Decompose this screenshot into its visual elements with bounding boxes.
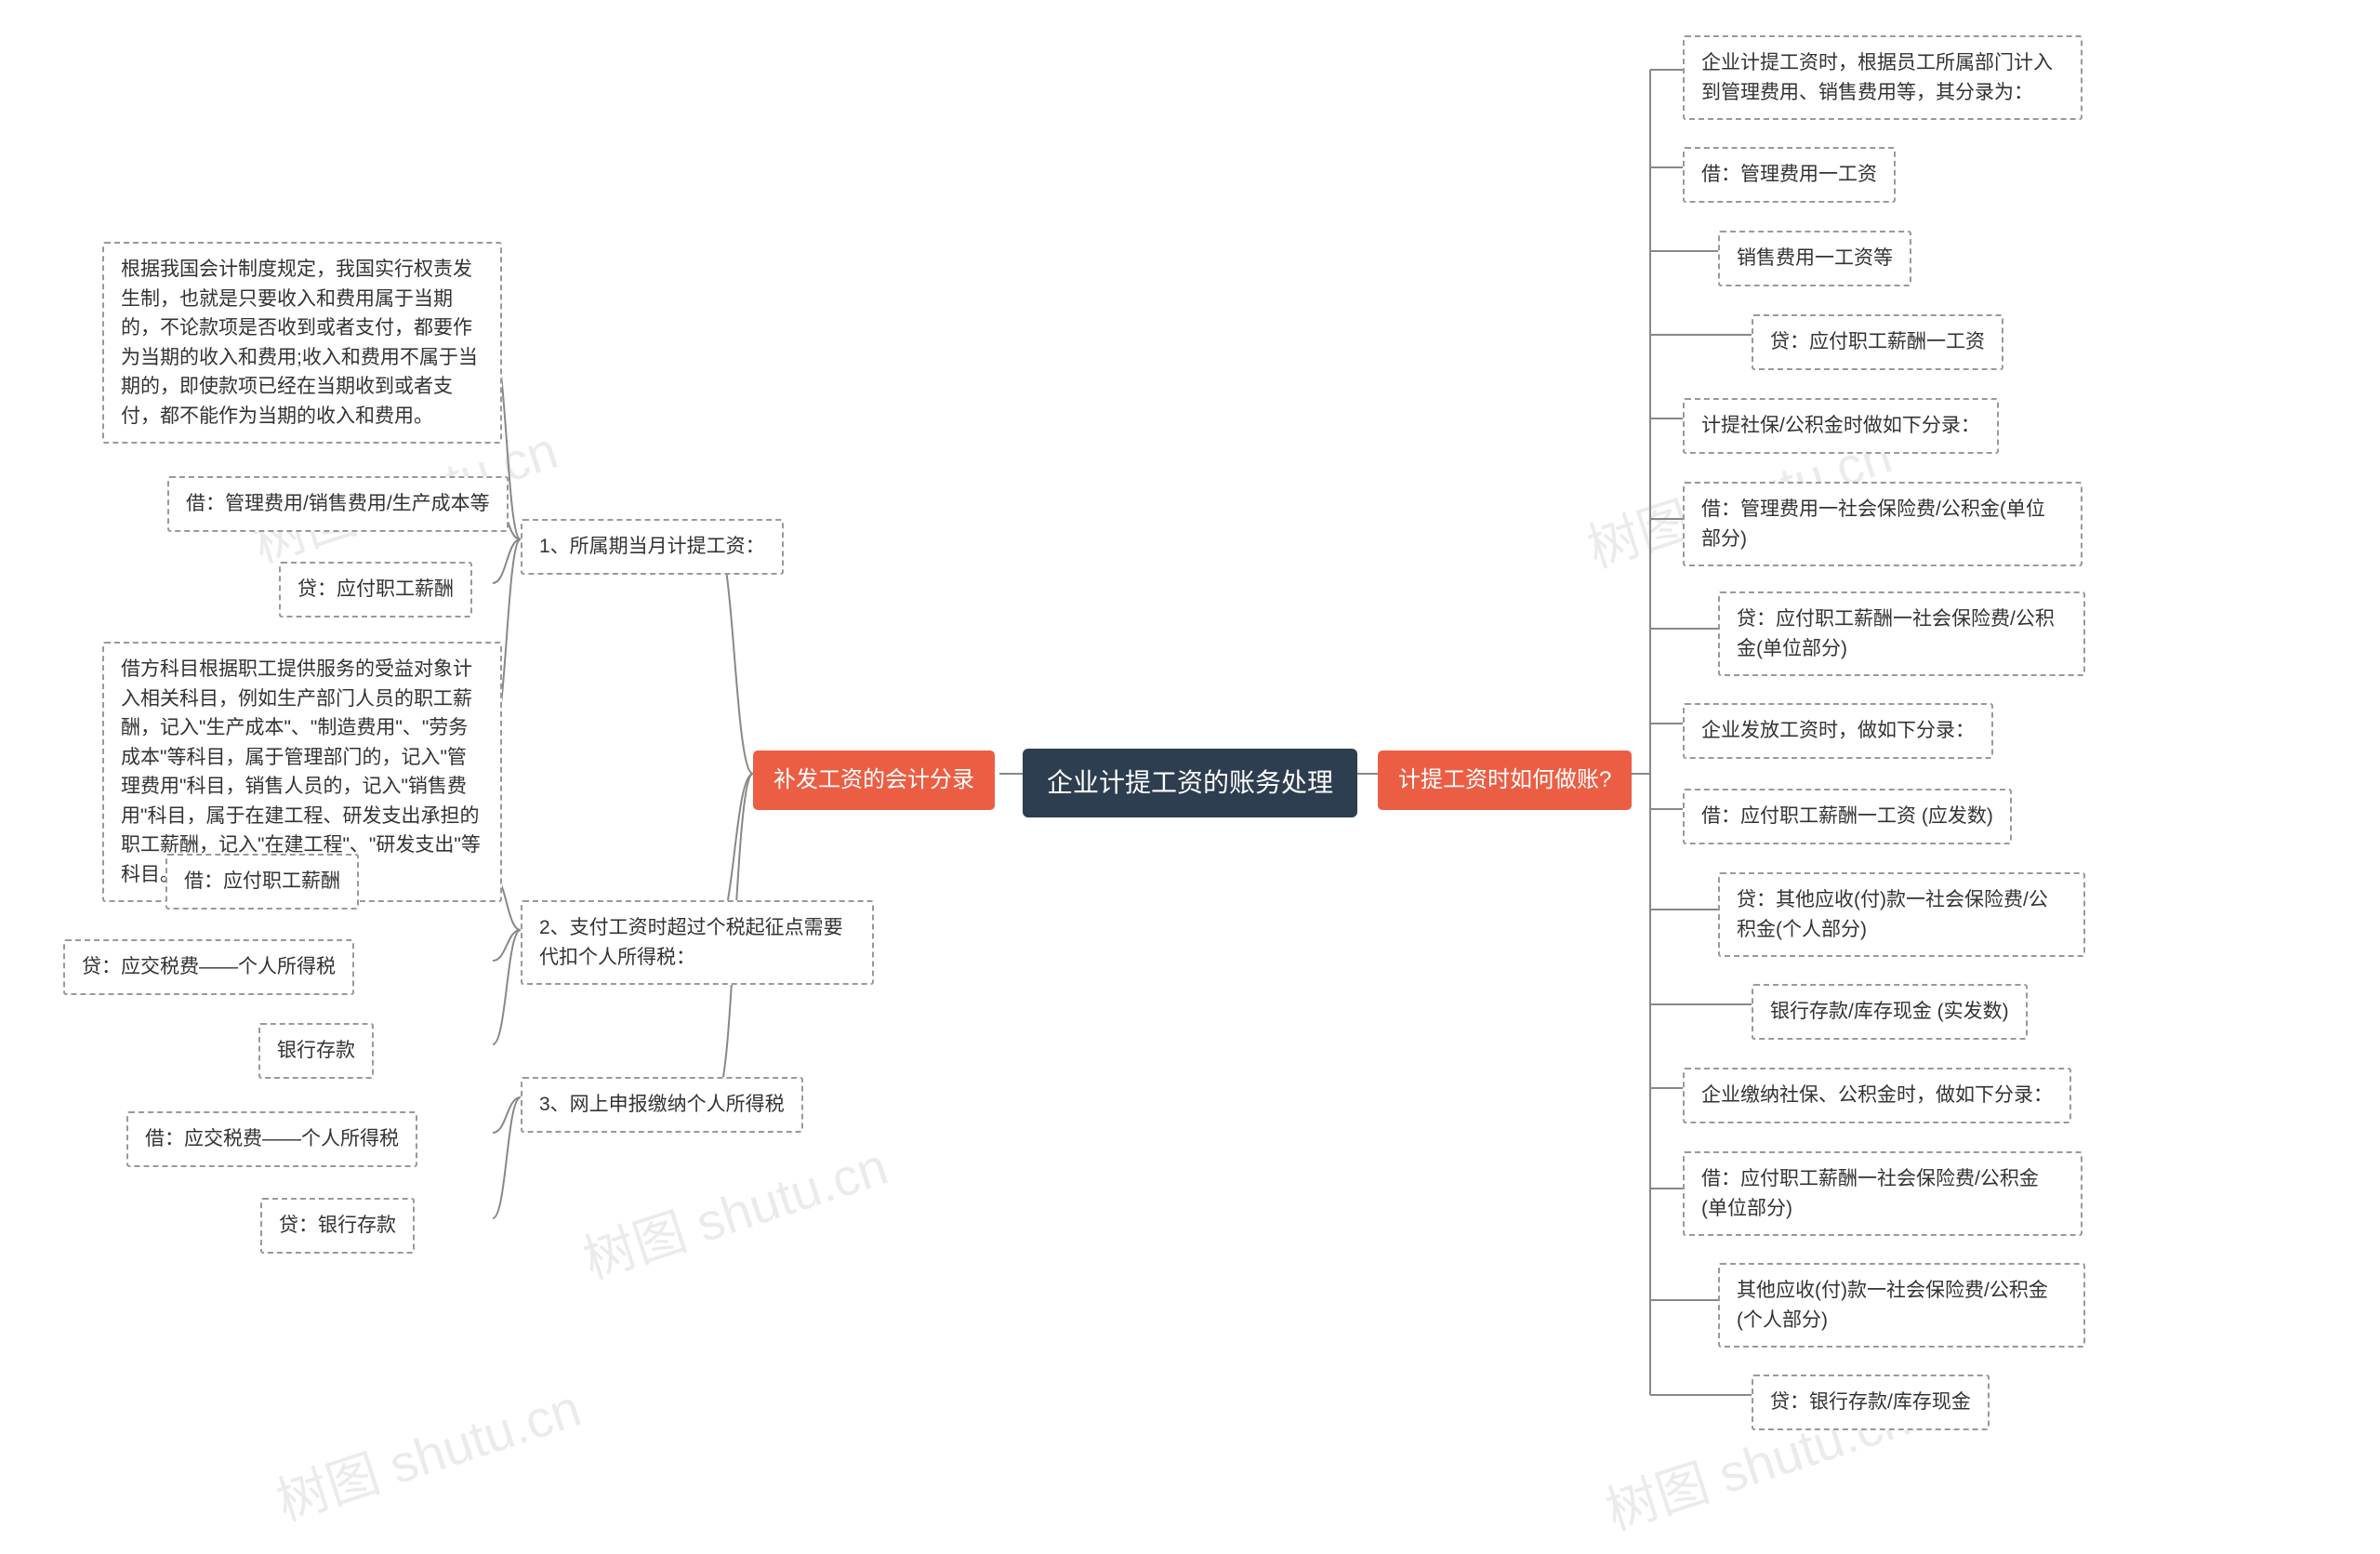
- left-sub-2[interactable]: 2、支付工资时超过个税起征点需要代扣个人所得税：: [521, 900, 874, 985]
- left-leaf[interactable]: 根据我国会计制度规定，我国实行权责发生制，也就是只要收入和费用属于当期的，不论款…: [102, 242, 502, 444]
- watermark: 树图 shutu.cn: [266, 1367, 589, 1536]
- left-leaf[interactable]: 借：应付职工薪酬: [165, 854, 359, 910]
- right-leaf[interactable]: 贷：其他应收(付)款一社会保险费/公积金(个人部分): [1718, 872, 2085, 957]
- right-leaf[interactable]: 企业缴纳社保、公积金时，做如下分录：: [1683, 1068, 2071, 1123]
- left-leaf[interactable]: 借：应交税费——个人所得税: [126, 1111, 417, 1167]
- right-leaf[interactable]: 借：应付职工薪酬一工资 (应发数): [1683, 789, 2012, 844]
- left-leaf[interactable]: 贷：银行存款: [260, 1198, 415, 1254]
- right-leaf[interactable]: 银行存款/库存现金 (实发数): [1752, 984, 2028, 1040]
- left-leaf[interactable]: 借：管理费用/销售费用/生产成本等: [167, 476, 509, 532]
- left-leaf[interactable]: 贷：应付职工薪酬: [279, 562, 472, 618]
- right-leaf[interactable]: 借：管理费用一工资: [1683, 147, 1896, 203]
- right-leaf[interactable]: 企业发放工资时，做如下分录：: [1683, 703, 1993, 759]
- right-leaf[interactable]: 企业计提工资时，根据员工所属部门计入到管理费用、销售费用等，其分录为：: [1683, 35, 2082, 120]
- right-leaf[interactable]: 借：管理费用一社会保险费/公积金(单位部分): [1683, 482, 2082, 566]
- right-leaf[interactable]: 贷：银行存款/库存现金: [1752, 1375, 1990, 1430]
- right-leaf[interactable]: 计提社保/公积金时做如下分录：: [1683, 398, 1999, 454]
- right-leaf[interactable]: 贷：应付职工薪酬一社会保险费/公积金(单位部分): [1718, 591, 2085, 676]
- branch-left[interactable]: 补发工资的会计分录: [753, 750, 995, 810]
- left-leaf[interactable]: 贷：应交税费——个人所得税: [63, 939, 354, 995]
- right-leaf[interactable]: 销售费用一工资等: [1718, 231, 1911, 286]
- root-node[interactable]: 企业计提工资的账务处理: [1023, 749, 1357, 817]
- left-sub-1[interactable]: 1、所属期当月计提工资：: [521, 519, 784, 575]
- left-sub-3[interactable]: 3、网上申报缴纳个人所得税: [521, 1077, 803, 1133]
- left-leaf[interactable]: 银行存款: [258, 1023, 374, 1079]
- branch-right[interactable]: 计提工资时如何做账?: [1378, 750, 1632, 810]
- right-leaf[interactable]: 贷：应付职工薪酬一工资: [1752, 314, 2003, 370]
- right-leaf[interactable]: 借：应付职工薪酬一社会保险费/公积金(单位部分): [1683, 1151, 2082, 1236]
- watermark: 树图 shutu.cn: [573, 1125, 896, 1295]
- right-leaf[interactable]: 其他应收(付)款一社会保险费/公积金(个人部分): [1718, 1263, 2085, 1348]
